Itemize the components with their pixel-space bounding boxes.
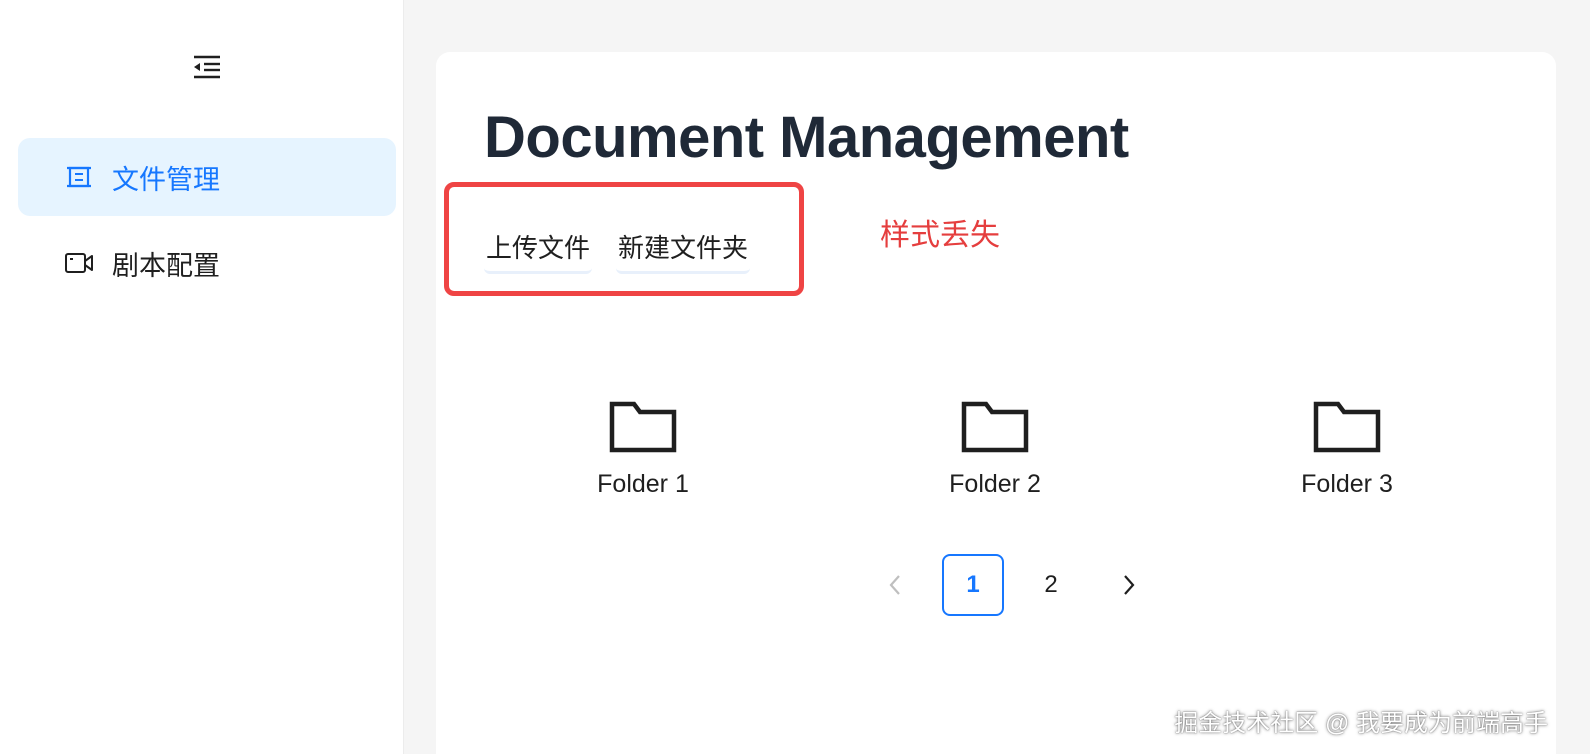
sidebar-item-label: 剧本配置 [112, 250, 220, 281]
folder-item[interactable]: Folder 2 [905, 398, 1085, 499]
annotation-note: 样式丢失 [880, 219, 1000, 252]
folder-item[interactable]: Folder 3 [1257, 398, 1437, 499]
menu-fold-icon [194, 55, 220, 79]
sidebar-menu: 文件管理 剧本配置 [18, 138, 396, 310]
folder-name: Folder 3 [1301, 470, 1393, 498]
prev-page-button[interactable] [864, 554, 926, 616]
folder-item[interactable]: Folder 1 [553, 398, 733, 499]
file-frame-icon [64, 162, 94, 192]
sidebar-item-label: 文件管理 [112, 164, 220, 195]
folder-grid: Folder 1 Folder 2 Folder 3 [436, 398, 1556, 508]
page-1-button[interactable]: 1 [942, 554, 1004, 616]
folder-name: Folder 2 [949, 470, 1041, 498]
action-buttons: 上传文件 新建文件夹 [484, 224, 751, 274]
folder-icon [961, 401, 1029, 453]
folder-name: Folder 1 [597, 470, 689, 498]
sidebar: 文件管理 剧本配置 [0, 0, 404, 754]
menu-collapse-button[interactable] [190, 50, 224, 84]
sidebar-item-script-config[interactable]: 剧本配置 [18, 224, 396, 302]
chevron-left-icon [889, 575, 900, 595]
new-folder-button[interactable]: 新建文件夹 [616, 224, 751, 274]
folder-icon [1313, 401, 1381, 453]
next-page-button[interactable] [1098, 554, 1160, 616]
watermark: 掘金技术社区 @ 我要成为前端高手 [1174, 710, 1548, 737]
content-card: Document Management 上传文件 新建文件夹 样式丢失 Fold… [436, 52, 1556, 754]
chevron-right-icon [1124, 575, 1135, 595]
folder-icon [609, 401, 677, 453]
page-title: Document Management [484, 105, 1129, 170]
sidebar-item-file-management[interactable]: 文件管理 [18, 138, 396, 216]
pagination: 1 2 [864, 554, 1160, 616]
upload-file-button[interactable]: 上传文件 [484, 224, 593, 274]
app-root: 文件管理 剧本配置 Document Management 上传文件 新建文件夹 [0, 0, 1590, 754]
page-2-button[interactable]: 2 [1020, 554, 1082, 616]
video-camera-icon [64, 248, 94, 278]
